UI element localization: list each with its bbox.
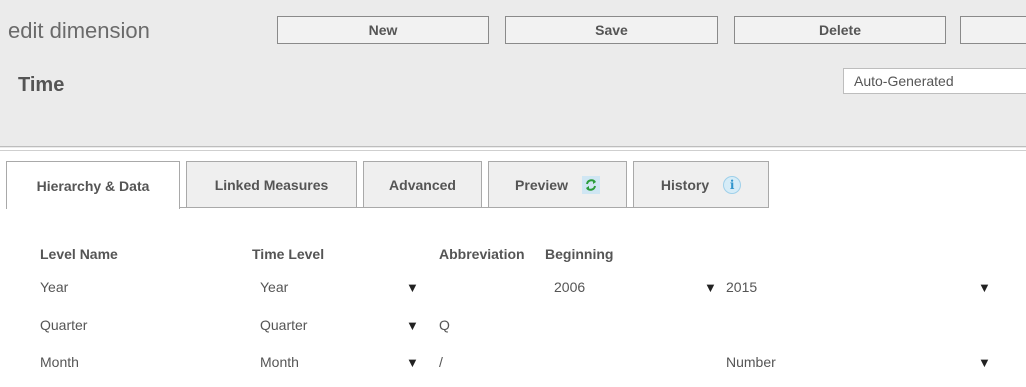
info-icon[interactable]: i bbox=[723, 175, 742, 194]
dropdown-arrow-icon[interactable]: ▼ bbox=[406, 355, 419, 370]
end-select[interactable]: Number bbox=[726, 354, 776, 370]
time-level-select[interactable]: Month bbox=[260, 354, 299, 370]
tab-history[interactable]: History i bbox=[633, 161, 769, 208]
delete-button[interactable]: Delete bbox=[734, 16, 946, 44]
header-panel: edit dimension Time New Save Delete Auto… bbox=[0, 0, 1026, 148]
level-name-cell[interactable]: Month bbox=[40, 354, 79, 370]
tab-label: Advanced bbox=[389, 176, 456, 193]
dropdown-arrow-icon[interactable]: ▼ bbox=[406, 318, 419, 333]
tab-advanced[interactable]: Advanced bbox=[363, 161, 482, 208]
dropdown-arrow-icon[interactable]: ▼ bbox=[704, 280, 717, 295]
refresh-icon[interactable] bbox=[581, 175, 600, 194]
toolbar-button-overflow[interactable] bbox=[960, 16, 1026, 44]
abbreviation-cell[interactable]: Q bbox=[439, 317, 450, 333]
tab-strip-border bbox=[179, 207, 769, 208]
tab-preview[interactable]: Preview bbox=[488, 161, 627, 208]
divider bbox=[0, 150, 1026, 151]
save-button[interactable]: Save bbox=[505, 16, 718, 44]
tab-label: History bbox=[660, 176, 710, 193]
level-name-cell[interactable]: Year bbox=[40, 279, 68, 295]
tab-label: Linked Measures bbox=[214, 176, 329, 193]
abbreviation-cell[interactable]: / bbox=[439, 354, 443, 370]
column-header-beginning: Beginning bbox=[545, 246, 614, 262]
time-level-select[interactable]: Quarter bbox=[260, 317, 307, 333]
dimension-name[interactable]: Time bbox=[18, 74, 64, 97]
time-level-select[interactable]: Year bbox=[260, 279, 288, 295]
divider bbox=[0, 146, 1026, 147]
column-header-time-level: Time Level bbox=[252, 246, 325, 262]
beginning-select[interactable]: 2006 bbox=[554, 279, 585, 295]
generation-mode-select[interactable]: Auto-Generated bbox=[843, 68, 1026, 94]
column-header-level-name: Level Name bbox=[40, 246, 118, 262]
dropdown-arrow-icon[interactable]: ▼ bbox=[406, 280, 419, 295]
dropdown-arrow-icon[interactable]: ▼ bbox=[978, 280, 991, 295]
dropdown-arrow-icon[interactable]: ▼ bbox=[978, 355, 991, 370]
level-name-cell[interactable]: Quarter bbox=[40, 317, 87, 333]
tab-hierarchy-data[interactable]: Hierarchy & Data bbox=[6, 161, 180, 209]
tab-label: Hierarchy & Data bbox=[36, 177, 150, 194]
column-header-abbreviation: Abbreviation bbox=[439, 246, 525, 262]
end-select[interactable]: 2015 bbox=[726, 279, 757, 295]
tab-linked-measures[interactable]: Linked Measures bbox=[186, 161, 357, 208]
new-button[interactable]: New bbox=[277, 16, 489, 44]
page-title: edit dimension bbox=[8, 18, 150, 43]
tab-label: Preview bbox=[515, 176, 568, 193]
